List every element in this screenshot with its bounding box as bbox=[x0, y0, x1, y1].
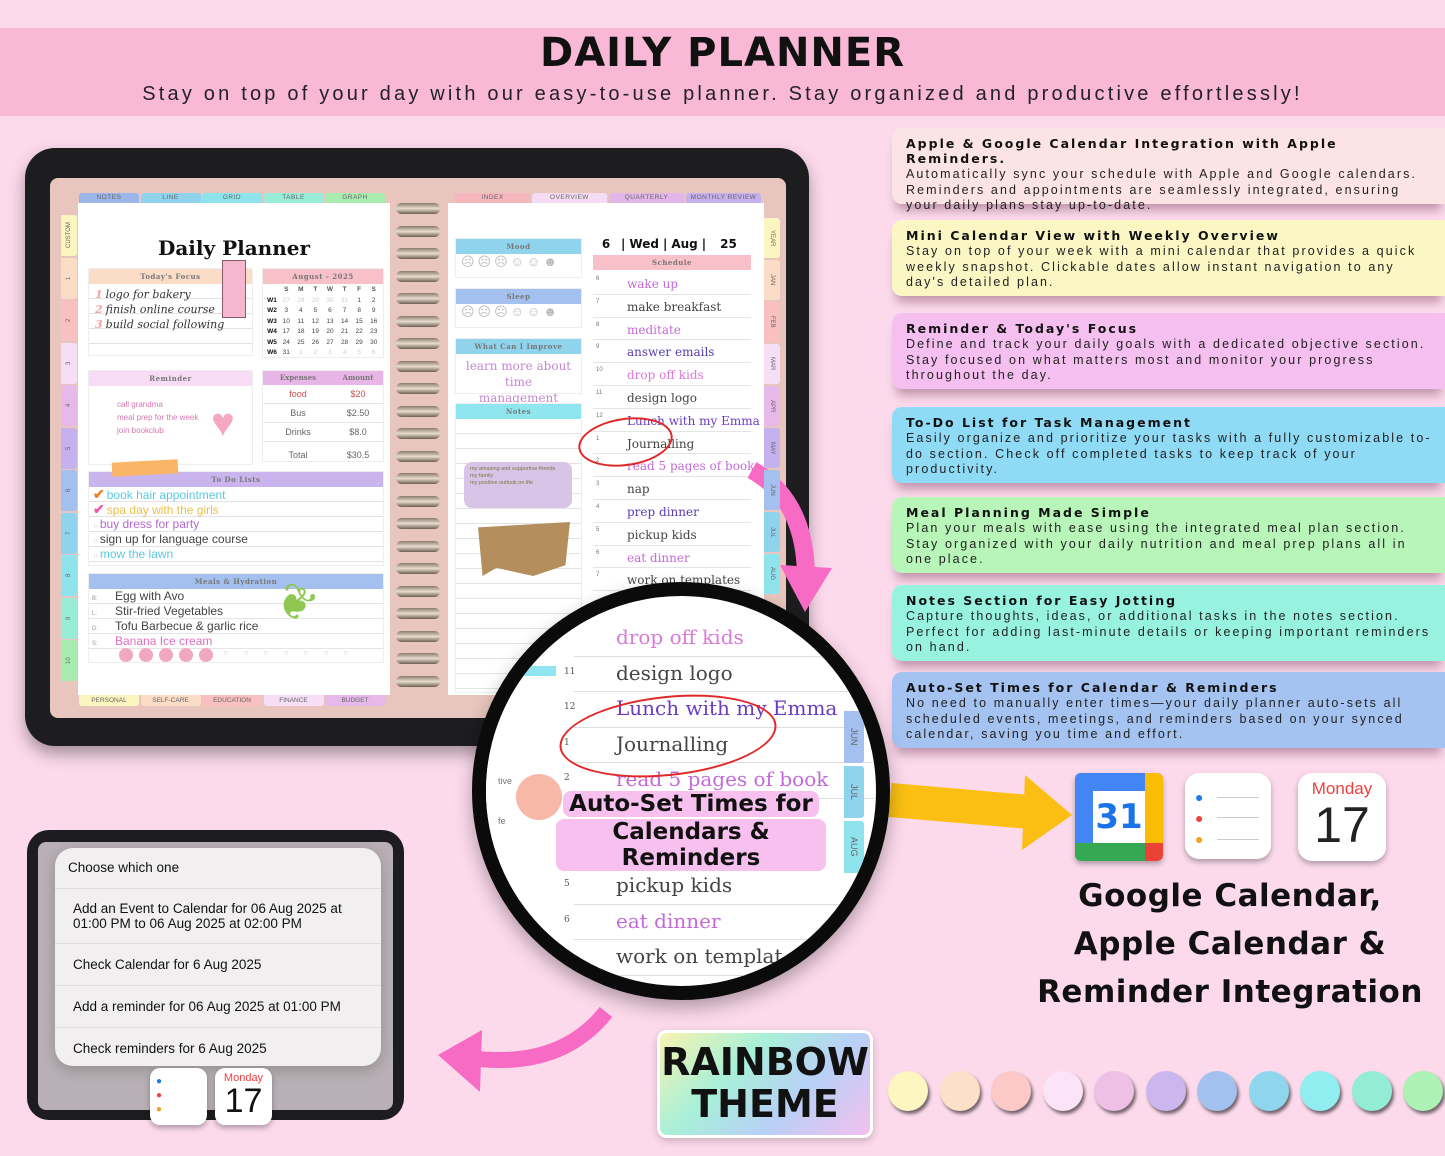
tab-finance[interactable]: FINANCE bbox=[263, 695, 324, 706]
tab-graph[interactable]: GRAPH bbox=[325, 193, 385, 203]
theme-line2: THEME bbox=[691, 1082, 839, 1126]
dialog-title: Choose which one bbox=[68, 860, 180, 875]
schedule-text: drop off kids bbox=[616, 625, 744, 649]
month-tab-aug[interactable]: AUG bbox=[764, 554, 780, 594]
magnified-schedule-row: drop off kids bbox=[574, 621, 874, 657]
side-tab-9[interactable]: 9 bbox=[61, 597, 77, 639]
color-swatch bbox=[1042, 1071, 1083, 1111]
apple-calendar-icon: Monday 17 bbox=[1298, 773, 1386, 861]
month-tab-apr[interactable]: APR bbox=[764, 386, 780, 426]
schedule-hour: 2 bbox=[564, 773, 570, 783]
fragment-text: fe bbox=[498, 816, 506, 826]
pink-arrow-top-head bbox=[780, 565, 832, 612]
side-tab-3[interactable]: 3 bbox=[61, 342, 77, 384]
calendar-weekday: Monday bbox=[1311, 779, 1373, 798]
fragment-text: tive bbox=[498, 776, 513, 786]
side-tab-4[interactable]: 4 bbox=[61, 385, 77, 426]
side-tab-6[interactable]: 6 bbox=[61, 470, 77, 511]
badge-line1: Auto-Set Times for bbox=[563, 791, 819, 817]
side-tab-1[interactable]: 1 bbox=[61, 257, 77, 299]
side-tab-custom[interactable]: CUSTOM bbox=[61, 215, 77, 256]
schedule-text: pickup kids bbox=[616, 873, 733, 897]
schedule-text: design logo bbox=[616, 660, 733, 685]
color-swatch bbox=[1145, 1071, 1186, 1111]
tab-notes[interactable]: NOTES bbox=[79, 193, 139, 203]
color-swatch bbox=[1248, 1071, 1289, 1111]
side-tab-5[interactable]: 5 bbox=[61, 427, 77, 469]
schedule-text: eat dinner bbox=[616, 908, 721, 933]
month-tab-aug: AUG bbox=[844, 821, 864, 873]
theme-line1: RAINBOW bbox=[661, 1040, 869, 1084]
side-tab-10[interactable]: 10 bbox=[61, 640, 77, 681]
magnifier-lens: tive fe drop off kids 11 design logo 12 Lunc… bbox=[472, 582, 890, 1000]
color-swatch bbox=[888, 1071, 928, 1111]
tab-self-care[interactable]: SELF-CARE bbox=[140, 695, 201, 706]
magnified-tab bbox=[496, 666, 556, 676]
month-tab-mar[interactable]: MAR bbox=[764, 344, 780, 384]
tab-overview[interactable]: OVERVIEW bbox=[532, 193, 607, 203]
dialog-option[interactable]: Check reminders for 6 Aug 2025 bbox=[55, 1027, 381, 1066]
calendar-day: 17 bbox=[224, 1082, 263, 1120]
month-tab-jun[interactable]: JUN bbox=[764, 470, 780, 510]
dialog-option[interactable]: Add an Event to Calendar for 06 Aug 2025… bbox=[55, 888, 381, 943]
auto-set-badge: Auto-Set Times for Calendars & Reminders bbox=[556, 791, 826, 871]
schedule-hour: 6 bbox=[564, 914, 570, 925]
color-swatch bbox=[1197, 1071, 1237, 1111]
apple-calendar-icon: Monday 17 bbox=[215, 1068, 272, 1125]
yellow-arrow-head bbox=[1022, 775, 1072, 850]
badge-line2: Calendars & Reminders bbox=[556, 819, 826, 871]
color-swatch bbox=[1094, 1071, 1134, 1111]
schedule-hour: 5 bbox=[564, 879, 570, 889]
month-tab-jul: JUL bbox=[844, 766, 864, 818]
integration-line3: Reminder Integration bbox=[1037, 974, 1423, 1010]
tab-education[interactable]: EDUCATION bbox=[202, 695, 262, 706]
schedule-hour: 7 bbox=[564, 950, 570, 960]
yellow-arrow bbox=[888, 783, 1032, 829]
month-tab-jul[interactable]: JUL bbox=[764, 512, 780, 552]
magnified-schedule-row: 7 work on templat bbox=[564, 940, 874, 976]
dialog-option[interactable]: Add a reminder for 06 Aug 2025 at 01:00 … bbox=[55, 985, 381, 1027]
magnified-schedule-row: 11 design logo bbox=[564, 657, 874, 692]
apple-reminders-icon: ● ● ● bbox=[150, 1068, 207, 1125]
side-tab-7[interactable]: 7 bbox=[61, 512, 77, 554]
pink-arrow-bottom-head bbox=[438, 1030, 482, 1092]
tab-budget[interactable]: BUDGET bbox=[325, 695, 385, 706]
color-swatch bbox=[991, 1071, 1031, 1111]
integration-line1: Google Calendar, bbox=[1078, 878, 1382, 914]
color-swatch bbox=[939, 1071, 980, 1111]
schedule-hour: 12 bbox=[564, 702, 576, 712]
month-tab-jan[interactable]: JAN bbox=[764, 260, 780, 300]
side-tab-2[interactable]: 2 bbox=[61, 300, 77, 341]
month-tab-jun: JUN bbox=[844, 711, 864, 763]
tab-line[interactable]: LINE bbox=[140, 193, 201, 203]
color-swatch bbox=[1300, 1071, 1340, 1111]
magnified-schedule-row: 6 eat dinner bbox=[564, 905, 874, 940]
tab-monthly-review[interactable]: MONTHLY REVIEW bbox=[686, 193, 761, 203]
month-tab-feb[interactable]: FEB bbox=[764, 302, 780, 342]
tab-index[interactable]: INDEX bbox=[455, 193, 530, 203]
month-tab-year[interactable]: YEAR bbox=[764, 218, 780, 258]
month-tab-may[interactable]: MAY bbox=[764, 428, 780, 468]
calendar-day: 17 bbox=[1314, 797, 1370, 853]
tab-grid[interactable]: GRID bbox=[202, 193, 262, 203]
color-swatch bbox=[1351, 1071, 1392, 1111]
color-swatch bbox=[1403, 1071, 1443, 1111]
magnified-schedule-row: 5 pickup kids bbox=[564, 869, 874, 905]
choose-action-dialog: Choose which one Add an Event to Calenda… bbox=[55, 848, 381, 1066]
tab-quarterly[interactable]: QUARTERLY bbox=[609, 193, 684, 203]
schedule-hour: 11 bbox=[564, 666, 576, 677]
dialog-option[interactable]: Check Calendar for 6 Aug 2025 bbox=[55, 943, 381, 985]
apple-reminders-icon: ● ● ● bbox=[1185, 773, 1271, 859]
side-tab-8[interactable]: 8 bbox=[61, 555, 77, 596]
rainbow-theme-badge: RAINBOW THEME bbox=[657, 1030, 873, 1138]
google-calendar-date: 31 bbox=[1093, 791, 1145, 843]
integration-line2: Apple Calendar & bbox=[1073, 926, 1387, 962]
tab-table[interactable]: TABLE bbox=[263, 193, 324, 203]
schedule-text: work on templat bbox=[616, 944, 783, 968]
tab-personal[interactable]: PERSONAL bbox=[79, 695, 139, 706]
pink-arrow-bottom bbox=[468, 1006, 613, 1069]
google-calendar-icon: 31 bbox=[1075, 773, 1163, 861]
